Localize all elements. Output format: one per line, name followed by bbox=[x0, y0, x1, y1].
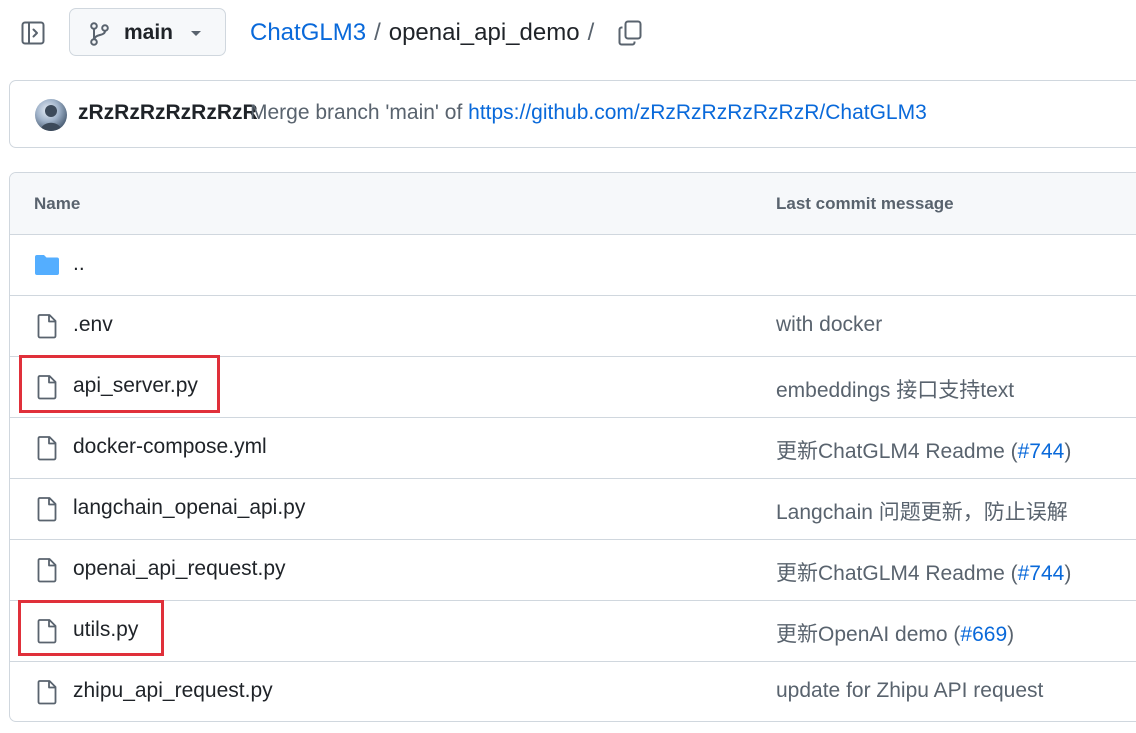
column-header-last-commit: Last commit message bbox=[776, 194, 954, 213]
table-row[interactable]: docker-compose.yml 更新ChatGLM4 Readme (#7… bbox=[10, 418, 1136, 479]
commit-message[interactable]: update for Zhipu API request bbox=[776, 679, 1043, 703]
commit-author[interactable]: zRzRzRzRzRzRzR bbox=[78, 101, 258, 125]
commit-message[interactable]: 更新ChatGLM4 Readme (#744) bbox=[776, 557, 1071, 587]
pull-request-link[interactable]: #669 bbox=[960, 623, 1007, 646]
pull-request-link[interactable]: #744 bbox=[1018, 562, 1065, 585]
commit-message-link[interactable]: https://github.com/zRzRzRzRzRzRzR/ChatGL… bbox=[468, 101, 927, 124]
commit-message[interactable]: 更新OpenAI demo (#669) bbox=[776, 618, 1014, 648]
table-row[interactable]: langchain_openai_api.py Langchain 问题更新，防… bbox=[10, 479, 1136, 540]
pull-request-link[interactable]: #744 bbox=[1018, 440, 1065, 463]
file-icon bbox=[37, 375, 57, 400]
table-row[interactable]: api_server.py embeddings 接口支持text bbox=[10, 357, 1136, 418]
sidebar-toggle-icon bbox=[21, 21, 45, 45]
column-header-name: Name bbox=[34, 194, 81, 213]
table-row[interactable]: zhipu_api_request.py update for Zhipu AP… bbox=[10, 662, 1136, 721]
table-row[interactable]: utils.py 更新OpenAI demo (#669) bbox=[10, 601, 1136, 662]
latest-commit-bar: zRzRzRzRzRzRzR Merge branch 'main' of ht… bbox=[9, 80, 1136, 148]
breadcrumb-current-directory: openai_api_demo bbox=[388, 19, 580, 46]
file-icon bbox=[37, 558, 57, 583]
table-header: Name Last commit message bbox=[10, 173, 1136, 235]
branch-name: main bbox=[124, 21, 174, 44]
folder-icon bbox=[35, 255, 59, 275]
file-icon bbox=[37, 314, 57, 339]
file-name[interactable]: .. bbox=[73, 252, 85, 276]
file-name[interactable]: openai_api_request.py bbox=[73, 557, 286, 581]
file-icon bbox=[37, 680, 57, 705]
breadcrumb-separator: / bbox=[374, 19, 381, 46]
breadcrumb-repo-link[interactable]: ChatGLM3 bbox=[250, 19, 366, 46]
file-name[interactable]: .env bbox=[73, 313, 113, 337]
branch-selector-button[interactable]: main bbox=[69, 8, 226, 56]
file-name[interactable]: docker-compose.yml bbox=[73, 435, 267, 459]
caret-down-icon bbox=[191, 31, 201, 36]
table-row[interactable]: openai_api_request.py 更新ChatGLM4 Readme … bbox=[10, 540, 1136, 601]
table-row-parent[interactable]: .. bbox=[10, 235, 1136, 296]
commit-message[interactable]: with docker bbox=[776, 313, 882, 337]
breadcrumb-trailing-separator: / bbox=[587, 19, 595, 46]
file-name[interactable]: api_server.py bbox=[73, 374, 198, 398]
commit-message: Merge branch 'main' of https://github.co… bbox=[250, 101, 927, 125]
commit-message-text: Merge branch 'main' of bbox=[250, 101, 463, 124]
breadcrumb: ChatGLM3 / openai_api_demo / bbox=[250, 18, 602, 48]
sidebar-toggle-button[interactable] bbox=[18, 18, 48, 48]
file-icon bbox=[37, 619, 57, 644]
file-icon bbox=[37, 497, 57, 522]
commit-message[interactable]: embeddings 接口支持text bbox=[776, 374, 1014, 404]
git-branch-icon bbox=[90, 22, 109, 46]
avatar[interactable] bbox=[35, 99, 67, 131]
copy-path-button[interactable] bbox=[617, 19, 643, 47]
file-icon bbox=[37, 436, 57, 461]
file-name[interactable]: utils.py bbox=[73, 618, 138, 642]
commit-message[interactable]: Langchain 问题更新，防止误解 bbox=[776, 496, 1068, 526]
file-name[interactable]: langchain_openai_api.py bbox=[73, 496, 305, 520]
repo-header: main ChatGLM3 / openai_api_demo / bbox=[0, 0, 1136, 70]
table-row[interactable]: .env with docker bbox=[10, 296, 1136, 357]
file-table: Name Last commit message .. .env with do… bbox=[9, 172, 1136, 722]
copy-icon bbox=[618, 20, 642, 46]
commit-message[interactable]: 更新ChatGLM4 Readme (#744) bbox=[776, 435, 1071, 465]
file-name[interactable]: zhipu_api_request.py bbox=[73, 679, 273, 703]
